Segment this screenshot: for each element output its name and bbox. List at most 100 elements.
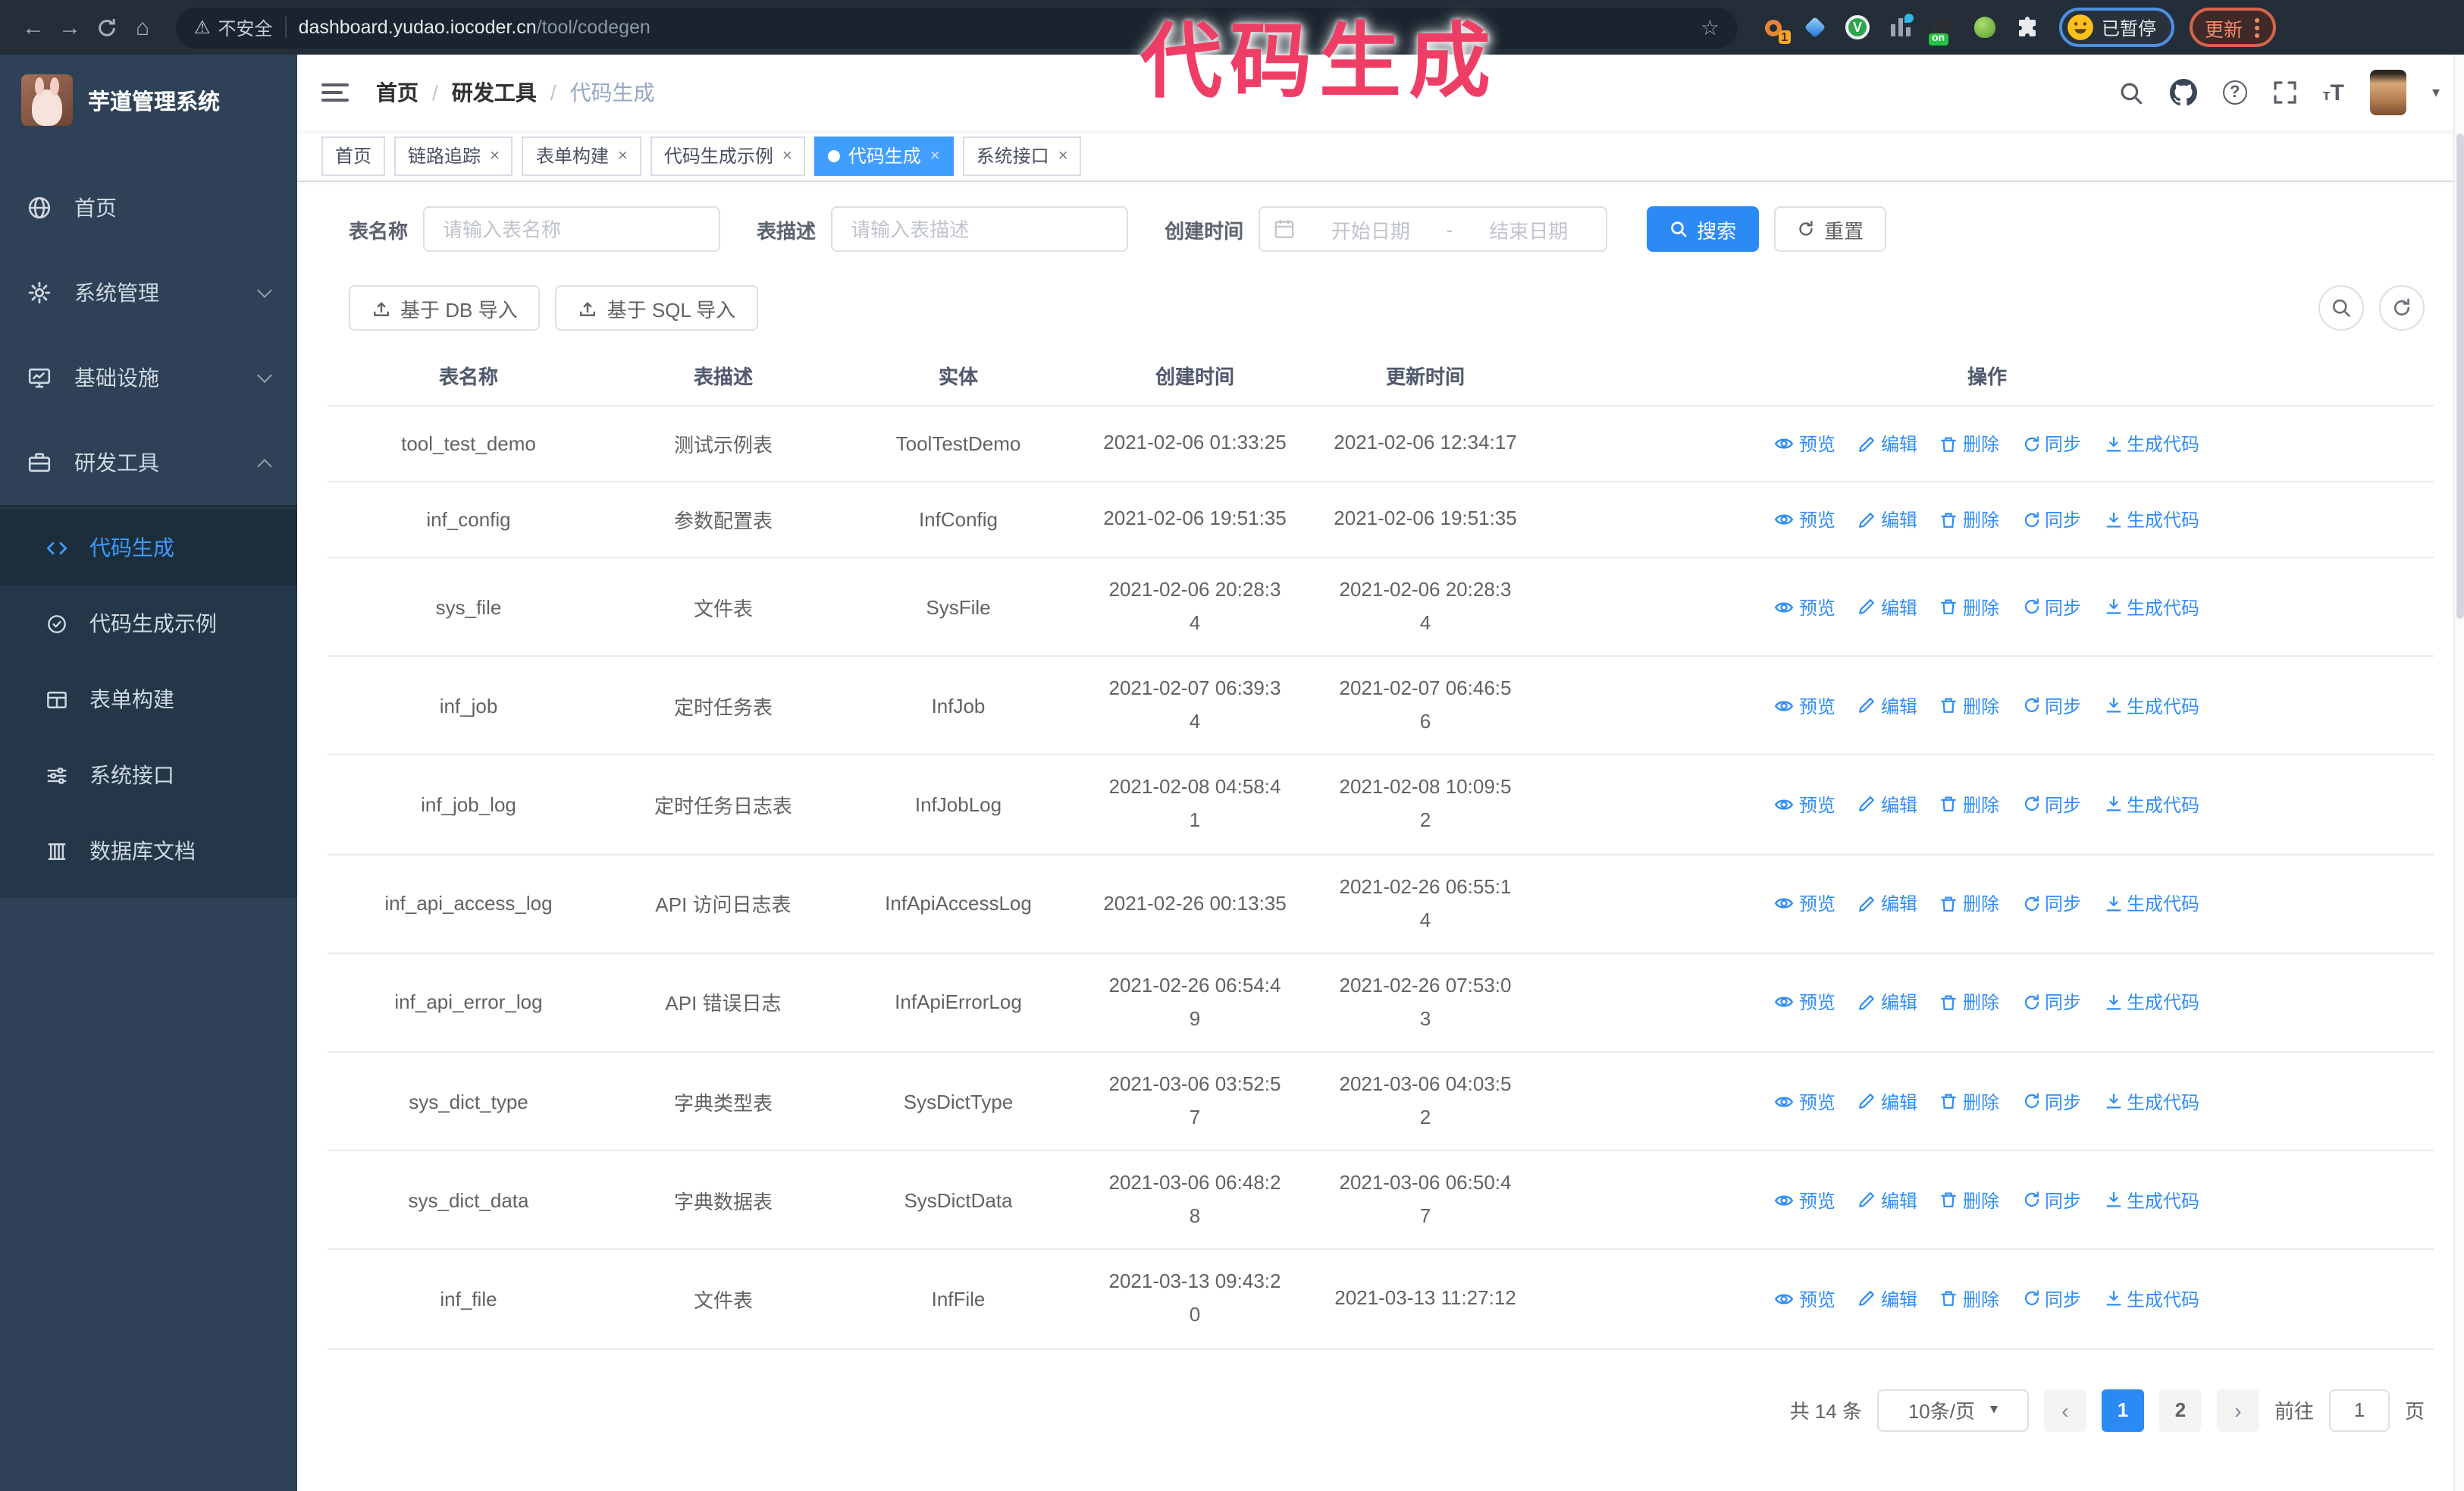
search-icon[interactable] [2118, 80, 2144, 105]
page-size-select[interactable]: 10条/页 ▾ [1876, 1389, 2029, 1431]
sidebar-subitem-codegen[interactable]: 代码生成 [0, 510, 297, 585]
delete-action[interactable]: 删除 [1940, 990, 1999, 1015]
preview-action[interactable]: 预览 [1775, 1187, 1835, 1213]
close-icon[interactable]: × [1058, 146, 1068, 165]
end-date-placeholder[interactable]: 结束日期 [1465, 215, 1592, 243]
edit-action[interactable]: 编辑 [1858, 990, 1917, 1015]
search-button[interactable]: 搜索 [1647, 206, 1760, 252]
tab-form-builder[interactable]: 表单构建 × [522, 136, 641, 175]
edit-action[interactable]: 编辑 [1858, 1187, 1917, 1213]
generate-code-action[interactable]: 生成代码 [2104, 693, 2199, 719]
tab-codegen[interactable]: 代码生成 × [814, 136, 954, 175]
help-icon[interactable]: ? [2222, 80, 2247, 105]
sync-action[interactable]: 同步 [2022, 507, 2081, 532]
preview-action[interactable]: 预览 [1775, 693, 1835, 719]
sync-action[interactable]: 同步 [2022, 1286, 2081, 1312]
generate-code-action[interactable]: 生成代码 [2104, 890, 2199, 916]
sidebar-subitem-form-builder[interactable]: 表单构建 [0, 661, 297, 737]
preview-action[interactable]: 预览 [1775, 1286, 1835, 1312]
preview-action[interactable]: 预览 [1775, 890, 1835, 916]
generate-code-action[interactable]: 生成代码 [2104, 1187, 2199, 1213]
extension-alien-icon[interactable] [1971, 14, 1998, 41]
edit-action[interactable]: 编辑 [1858, 792, 1917, 818]
preview-action[interactable]: 预览 [1775, 990, 1835, 1015]
sync-action[interactable]: 同步 [2022, 1187, 2081, 1213]
preview-action[interactable]: 预览 [1775, 1088, 1835, 1114]
home-button[interactable]: ⌂ [124, 9, 161, 46]
sidebar-item-infra[interactable]: 基础设施 [0, 335, 297, 420]
edit-action[interactable]: 编辑 [1858, 431, 1917, 457]
delete-action[interactable]: 删除 [1940, 890, 1999, 916]
extension-switch-icon[interactable]: on [1929, 14, 1956, 46]
delete-action[interactable]: 删除 [1940, 792, 1999, 818]
close-icon[interactable]: × [930, 146, 940, 165]
caret-down-icon[interactable]: ▾ [2432, 84, 2440, 101]
font-size-icon[interactable]: тT [2323, 80, 2344, 105]
edit-action[interactable]: 编辑 [1858, 693, 1917, 719]
tab-system-api[interactable]: 系统接口 × [962, 136, 1082, 175]
edit-action[interactable]: 编辑 [1858, 890, 1917, 916]
sidebar-item-system[interactable]: 系统管理 [0, 250, 297, 335]
bookmark-star-icon[interactable]: ☆ [1701, 14, 1719, 40]
security-warning[interactable]: ⚠ 不安全 [194, 14, 273, 40]
breadcrumb-devtools[interactable]: 研发工具 [452, 77, 537, 108]
sync-action[interactable]: 同步 [2022, 431, 2081, 457]
import-sql-button[interactable]: 基于 SQL 导入 [555, 285, 759, 331]
browser-menu-icon[interactable] [2255, 25, 2260, 30]
delete-action[interactable]: 删除 [1940, 1286, 1999, 1312]
page-scrollbar[interactable] [2453, 55, 2464, 1491]
reload-button[interactable] [88, 9, 124, 46]
table-desc-input[interactable] [831, 206, 1129, 252]
close-icon[interactable]: × [782, 146, 792, 165]
start-date-placeholder[interactable]: 开始日期 [1307, 215, 1434, 243]
generate-code-action[interactable]: 生成代码 [2104, 990, 2199, 1015]
edit-action[interactable]: 编辑 [1858, 1088, 1917, 1114]
generate-code-action[interactable]: 生成代码 [2104, 431, 2199, 457]
breadcrumb-home[interactable]: 首页 [376, 77, 419, 108]
sync-action[interactable]: 同步 [2022, 990, 2081, 1015]
sync-action[interactable]: 同步 [2022, 1088, 2081, 1114]
hamburger-button[interactable] [321, 83, 349, 102]
extensions-puzzle-icon[interactable] [2014, 14, 2041, 41]
next-page-button[interactable]: › [2216, 1389, 2259, 1431]
sync-action[interactable]: 同步 [2022, 594, 2081, 620]
github-icon[interactable] [2169, 79, 2197, 106]
prev-page-button[interactable]: ‹ [2043, 1389, 2086, 1431]
delete-action[interactable]: 删除 [1940, 1088, 1999, 1114]
close-icon[interactable]: × [618, 146, 628, 165]
scrollbar-thumb[interactable] [2456, 133, 2464, 619]
back-button[interactable]: ← [15, 9, 52, 46]
generate-code-action[interactable]: 生成代码 [2104, 792, 2199, 818]
refresh-table-button[interactable] [2379, 285, 2425, 331]
sync-action[interactable]: 同步 [2022, 792, 2081, 818]
tab-tracing[interactable]: 链路追踪 × [394, 136, 513, 175]
profile-chip[interactable]: 已暂停 [2059, 8, 2175, 47]
sync-action[interactable]: 同步 [2022, 693, 2081, 719]
generate-code-action[interactable]: 生成代码 [2104, 1088, 2199, 1114]
delete-action[interactable]: 删除 [1940, 431, 1999, 457]
delete-action[interactable]: 删除 [1940, 1187, 1999, 1213]
sync-action[interactable]: 同步 [2022, 890, 2081, 916]
delete-action[interactable]: 删除 [1940, 594, 1999, 620]
reset-button[interactable]: 重置 [1774, 206, 1887, 252]
toggle-search-button[interactable] [2318, 285, 2364, 331]
edit-action[interactable]: 编辑 [1858, 507, 1917, 532]
generate-code-action[interactable]: 生成代码 [2104, 1286, 2199, 1312]
generate-code-action[interactable]: 生成代码 [2104, 507, 2199, 532]
generate-code-action[interactable]: 生成代码 [2104, 594, 2199, 620]
import-db-button[interactable]: 基于 DB 导入 [349, 285, 541, 331]
avatar[interactable] [2369, 70, 2406, 115]
preview-action[interactable]: 预览 [1775, 594, 1835, 620]
extension-v-icon[interactable]: V [1844, 14, 1871, 41]
goto-page-input[interactable] [2328, 1389, 2390, 1431]
sidebar-item-home[interactable]: 首页 [0, 165, 297, 250]
extension-stats-icon[interactable] [1886, 14, 1914, 41]
delete-action[interactable]: 删除 [1940, 507, 1999, 532]
forward-button[interactable]: → [52, 9, 88, 46]
tab-home[interactable]: 首页 [321, 136, 386, 175]
url-bar[interactable]: ⚠ 不安全 dashboard.yudao.iocoder.cn/tool/co… [176, 7, 1738, 48]
table-name-input[interactable] [423, 206, 721, 252]
extension-gem-icon[interactable] [1801, 14, 1829, 41]
sidebar-subitem-system-api[interactable]: 系统接口 [0, 737, 297, 813]
page-number-2[interactable]: 2 [2158, 1389, 2202, 1431]
